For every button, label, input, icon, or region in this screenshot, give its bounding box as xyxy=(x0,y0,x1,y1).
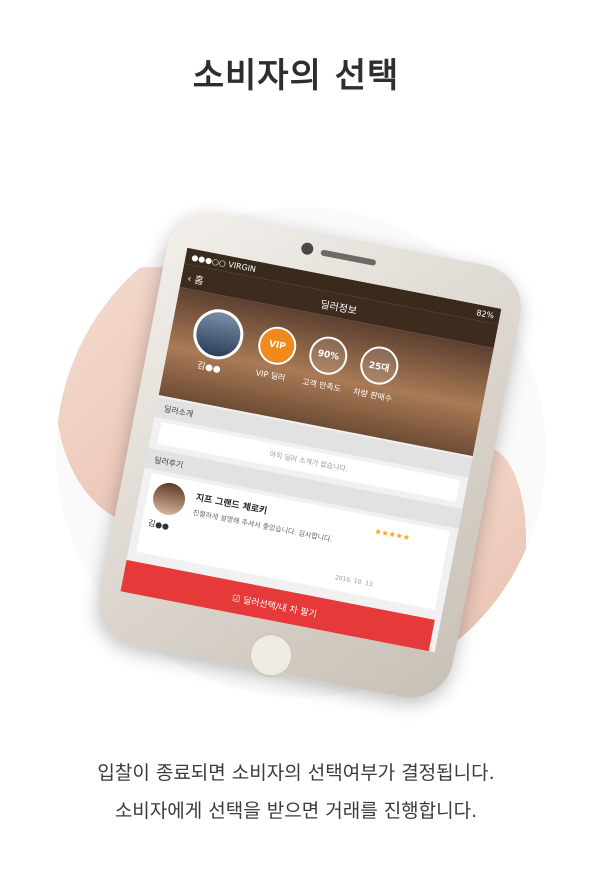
caption-line-1: 입찰이 종료되면 소비자의 선택여부가 결정됩니다. xyxy=(97,762,495,784)
intro-text: 아직 딜러 소개가 없습니다. xyxy=(268,450,349,474)
reviewer-avatar xyxy=(150,480,188,518)
intro-heading: 딜러소개 xyxy=(163,403,194,419)
dealer-avatar xyxy=(189,304,248,364)
sales-count-badge-label: 차량 판매수 xyxy=(352,387,393,404)
caption-line-2: 소비자에게 선택을 받으면 거래를 진행합니다. xyxy=(114,800,478,822)
review-date: 2016. 10. 13 xyxy=(334,574,374,589)
battery-label: 82% xyxy=(475,307,495,320)
satisfaction-badge: 90% xyxy=(306,333,351,378)
nav-title: 딜러정보 xyxy=(319,298,358,317)
back-button[interactable]: ‹ 홈 xyxy=(186,269,205,287)
sales-count-badge: 25대 xyxy=(357,343,402,388)
reviewer-name: 김●● xyxy=(147,518,170,532)
dealer-name: 김●● xyxy=(195,360,222,376)
select-dealer-label: ☑ 딜러선택/내 차 팔기 xyxy=(231,593,318,620)
vip-badge: VIP xyxy=(254,323,300,369)
page-title: 소비자의 선택 xyxy=(192,56,400,96)
back-label: 홈 xyxy=(193,274,205,287)
reviews-heading: 딜러후기 xyxy=(153,454,185,470)
review-stars: ★★★★★ xyxy=(373,526,411,543)
review-text: 친절하게 설명해 주셔서 좋았습니다. 감사합니다. xyxy=(192,508,334,544)
phone-screen: ●●●○○ VIRGIN 82% ‹ 홈 딜러정보 김●● VIP 90% 25… xyxy=(120,247,502,653)
